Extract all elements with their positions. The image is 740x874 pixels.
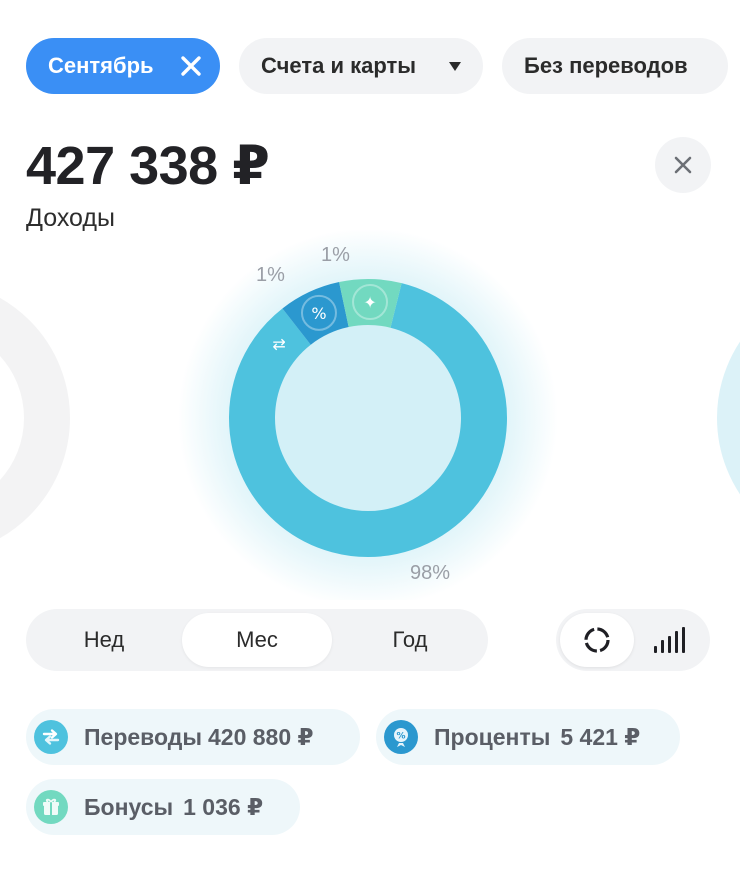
legend-interest-amount: 5 421 ₽ — [560, 723, 641, 750]
percent-label-bonuses: 1% — [321, 244, 350, 266]
period-week-tab[interactable]: Нед — [26, 609, 182, 671]
legend-transfers[interactable]: Переводы 420 880 ₽ — [26, 709, 360, 765]
bar-view-button[interactable] — [632, 613, 706, 667]
accounts-filter-label: Счета и карты — [261, 53, 417, 78]
percent-label-interest: 1% — [256, 264, 285, 286]
month-filter-label: Сентябрь — [48, 53, 154, 78]
svg-text:%: % — [396, 732, 405, 742]
month-filter-chip[interactable]: Сентябрь — [26, 38, 220, 94]
donut-icon — [584, 627, 610, 653]
period-month-tab[interactable]: Мес — [182, 613, 332, 667]
close-icon — [674, 156, 692, 174]
legend-bonuses-label: Бонусы — [84, 793, 174, 820]
donut-view-button[interactable] — [560, 613, 634, 667]
legend-interest-label: Проценты — [434, 723, 551, 750]
income-donut-chart: % ✦ ⇄ — [178, 230, 558, 600]
percent-label-transfers: 98% — [410, 562, 451, 584]
close-button[interactable] — [655, 137, 711, 193]
gift-icon-glyph: ✦ — [363, 293, 376, 312]
chart-view-toggle — [556, 609, 710, 671]
percent-icon: % — [384, 720, 418, 754]
close-icon[interactable] — [178, 53, 204, 79]
transfer-icon — [34, 720, 68, 754]
transfer-icon-glyph: ⇄ — [272, 334, 285, 353]
accounts-filter-chip[interactable]: Счета и карты — [239, 38, 483, 94]
percent-icon-glyph: % — [311, 304, 326, 323]
legend-transfers-amount: 420 880 ₽ — [208, 723, 314, 750]
transfers-filter-chip[interactable]: Без переводов — [502, 38, 728, 94]
bar-chart-icon — [654, 627, 685, 653]
legend-transfers-label: Переводы — [84, 723, 202, 750]
dropdown-arrow-icon — [449, 62, 461, 71]
legend-interest[interactable]: % Проценты 5 421 ₽ — [376, 709, 680, 765]
total-amount: 427 338 ₽ — [26, 136, 270, 196]
transfers-filter-label: Без переводов — [524, 53, 688, 78]
income-label: Доходы — [26, 204, 115, 232]
period-year-tab[interactable]: Год — [332, 609, 488, 671]
gift-icon — [34, 790, 68, 824]
legend-bonuses[interactable]: Бонусы 1 036 ₽ — [26, 779, 300, 835]
legend-bonuses-amount: 1 036 ₽ — [183, 793, 264, 820]
period-selector: Нед Мес Год — [26, 609, 488, 671]
